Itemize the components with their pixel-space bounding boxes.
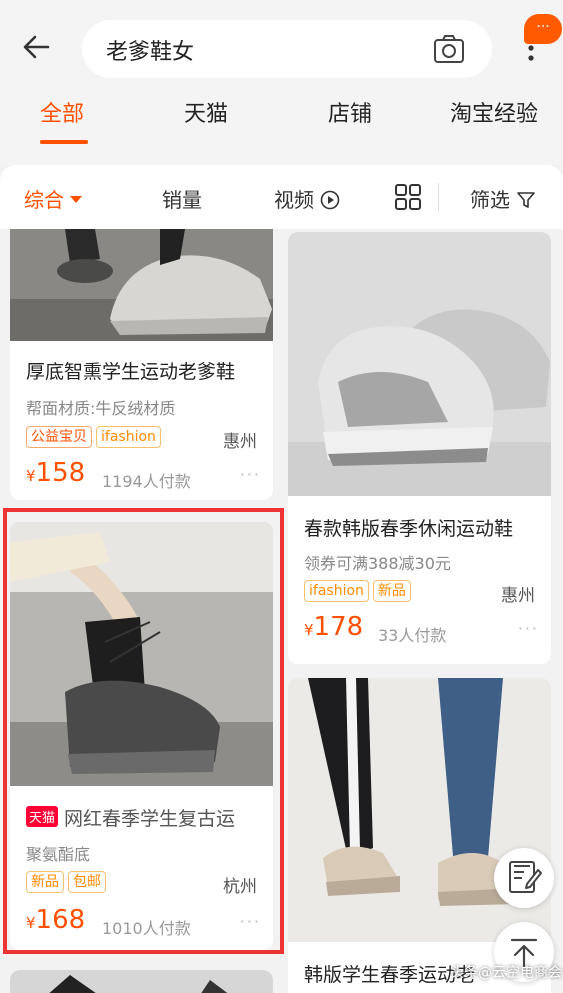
product-image (288, 232, 551, 496)
paid-count: 1194人付款 (102, 472, 191, 491)
search-input[interactable]: 老爹鞋女 (82, 20, 492, 78)
product-card[interactable] (10, 970, 273, 993)
paid-count: 33人付款 (378, 626, 447, 645)
product-attribute: 帮面材质:牛反绒材质 (26, 399, 176, 418)
header: 老爹鞋女 ··· 全部 天猫 店铺 淘宝经验 (0, 0, 563, 165)
tag-row: 公益宝贝 ifashion (26, 426, 165, 450)
tab-bar: 全部 天猫 店铺 淘宝经验 (0, 96, 563, 146)
price-value: 178 (313, 612, 364, 642)
tab-taobao-experience[interactable]: 淘宝经验 (450, 96, 538, 128)
tag-ifashion: ifashion (96, 426, 161, 448)
grid-view-icon[interactable] (394, 183, 422, 211)
tag-row: ifashion 新品 (304, 580, 415, 604)
product-card[interactable]: 春款韩版春季休闲运动鞋 领券可满388减30元 ifashion 新品 惠州 ¥1… (288, 232, 551, 664)
product-promo: 领券可满388减30元 (304, 554, 451, 573)
product-title: 春款韩版春季休闲运动鞋 (304, 518, 514, 540)
location: 惠州 (223, 432, 257, 452)
tab-active-indicator (40, 140, 88, 144)
currency-symbol: ¥ (304, 621, 314, 639)
product-image (10, 229, 273, 341)
edit-note-button[interactable] (494, 848, 554, 908)
search-query: 老爹鞋女 (106, 40, 195, 65)
filter-bar: 综合 销量 视频 筛选 (0, 165, 563, 229)
sort-sales[interactable]: 销量 (162, 184, 202, 213)
sort-label: 综合 (24, 188, 64, 212)
price: ¥158 (26, 458, 85, 488)
product-image (10, 970, 273, 993)
price-value: 158 (35, 458, 86, 488)
message-badge[interactable]: ··· (524, 14, 562, 44)
play-circle-icon (321, 190, 340, 210)
currency-symbol: ¥ (26, 467, 36, 485)
filter-label: 筛选 (470, 188, 510, 212)
edit-note-icon (509, 861, 542, 893)
back-arrow-icon[interactable] (20, 30, 54, 64)
location: 惠州 (501, 586, 535, 606)
more-dots-icon[interactable]: ··· (518, 619, 539, 638)
product-title: 厚底智熏学生运动老爹鞋 (26, 361, 236, 383)
more-dots-icon[interactable]: ··· (240, 465, 261, 484)
sort-comprehensive[interactable]: 综合 (24, 184, 82, 213)
divider (438, 183, 439, 211)
tag-new: 新品 (372, 580, 411, 602)
funnel-icon (517, 192, 536, 208)
video-label: 视频 (274, 188, 314, 212)
tag-charity: 公益宝贝 (26, 426, 92, 448)
filter-button[interactable]: 筛选 (470, 184, 536, 213)
tab-all[interactable]: 全部 (40, 96, 84, 128)
tab-shops[interactable]: 店铺 (328, 96, 372, 128)
video-filter[interactable]: 视频 (274, 184, 340, 213)
camera-icon[interactable] (432, 32, 466, 66)
highlight-frame (3, 508, 284, 954)
watermark: 头条@云空电商会 (450, 965, 562, 981)
tab-tmall[interactable]: 天猫 (184, 96, 228, 128)
caret-down-icon (70, 196, 82, 203)
product-card[interactable]: 厚底智熏学生运动老爹鞋 帮面材质:牛反绒材质 公益宝贝 ifashion 惠州 ¥… (10, 229, 273, 500)
tag-ifashion: ifashion (304, 580, 369, 602)
price: ¥178 (304, 612, 363, 642)
